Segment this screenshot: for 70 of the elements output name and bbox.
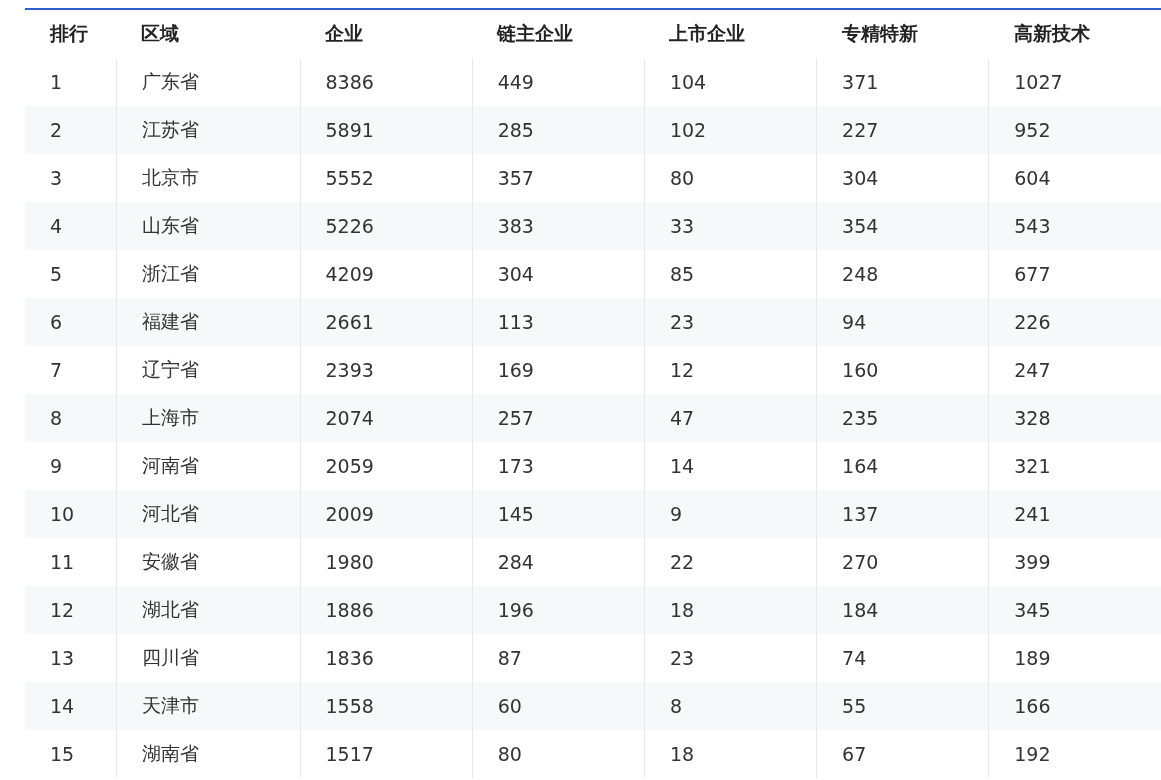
table-cell: 55	[816, 682, 989, 730]
column-header: 链主企业	[472, 9, 645, 58]
table-cell: 354	[816, 202, 989, 250]
table-cell: 113	[472, 298, 645, 346]
table-cell: 196	[472, 586, 645, 634]
table-cell: 345	[988, 586, 1161, 634]
column-header: 上市企业	[644, 9, 817, 58]
table-cell: 9	[644, 490, 817, 538]
table-cell: 14	[25, 682, 116, 730]
table-cell: 543	[988, 202, 1161, 250]
column-header: 专精特新	[816, 9, 989, 58]
table-cell: 3	[25, 154, 116, 202]
table-cell: 226	[988, 298, 1161, 346]
table-cell: 137	[816, 490, 989, 538]
table-cell: 1517	[300, 730, 473, 778]
table-cell: 166	[988, 682, 1161, 730]
table-cell: 80	[472, 730, 645, 778]
table-cell: 上海市	[116, 394, 300, 442]
table-cell: 湖北省	[116, 586, 300, 634]
table-cell: 94	[816, 298, 989, 346]
table-cell: 18	[644, 586, 817, 634]
table-cell: 湖南省	[116, 730, 300, 778]
table-cell: 47	[644, 394, 817, 442]
table-cell: 383	[472, 202, 645, 250]
table-cell: 5226	[300, 202, 473, 250]
table-cell: 河北省	[116, 490, 300, 538]
column-header: 企业	[300, 9, 473, 58]
table-cell: 天津市	[116, 682, 300, 730]
table-cell: 4	[25, 202, 116, 250]
column-header: 高新技术	[988, 9, 1161, 58]
table-cell: 2661	[300, 298, 473, 346]
table-cell: 23	[644, 298, 817, 346]
table-cell: 2074	[300, 394, 473, 442]
table-cell: 67	[816, 730, 989, 778]
table-cell: 33	[644, 202, 817, 250]
table-cell: 8	[644, 682, 817, 730]
table-cell: 235	[816, 394, 989, 442]
table-cell: 184	[816, 586, 989, 634]
table-cell: 145	[472, 490, 645, 538]
table-cell: 60	[472, 682, 645, 730]
table-cell: 10	[25, 490, 116, 538]
table-cell: 1886	[300, 586, 473, 634]
table-cell: 福建省	[116, 298, 300, 346]
table-cell: 2009	[300, 490, 473, 538]
table-cell: 192	[988, 730, 1161, 778]
table-cell: 328	[988, 394, 1161, 442]
table-cell: 285	[472, 106, 645, 154]
table-cell: 18	[644, 730, 817, 778]
table-cell: 1558	[300, 682, 473, 730]
table-cell: 952	[988, 106, 1161, 154]
table-cell: 1	[25, 58, 116, 106]
table-cell: 15	[25, 730, 116, 778]
table-cell: 241	[988, 490, 1161, 538]
table-cell: 13	[25, 634, 116, 682]
column-header: 排行	[25, 9, 116, 58]
table-cell: 6	[25, 298, 116, 346]
table-cell: 9	[25, 442, 116, 490]
table-cell: 257	[472, 394, 645, 442]
table-cell: 12	[25, 586, 116, 634]
table-cell: 5	[25, 250, 116, 298]
column-header: 区域	[116, 9, 300, 58]
table-cell: 11	[25, 538, 116, 586]
table-cell: 江苏省	[116, 106, 300, 154]
table-cell: 5891	[300, 106, 473, 154]
table-cell: 2	[25, 106, 116, 154]
table-cell: 8	[25, 394, 116, 442]
table-cell: 102	[644, 106, 817, 154]
table-cell: 山东省	[116, 202, 300, 250]
table-cell: 227	[816, 106, 989, 154]
table-cell: 7	[25, 346, 116, 394]
